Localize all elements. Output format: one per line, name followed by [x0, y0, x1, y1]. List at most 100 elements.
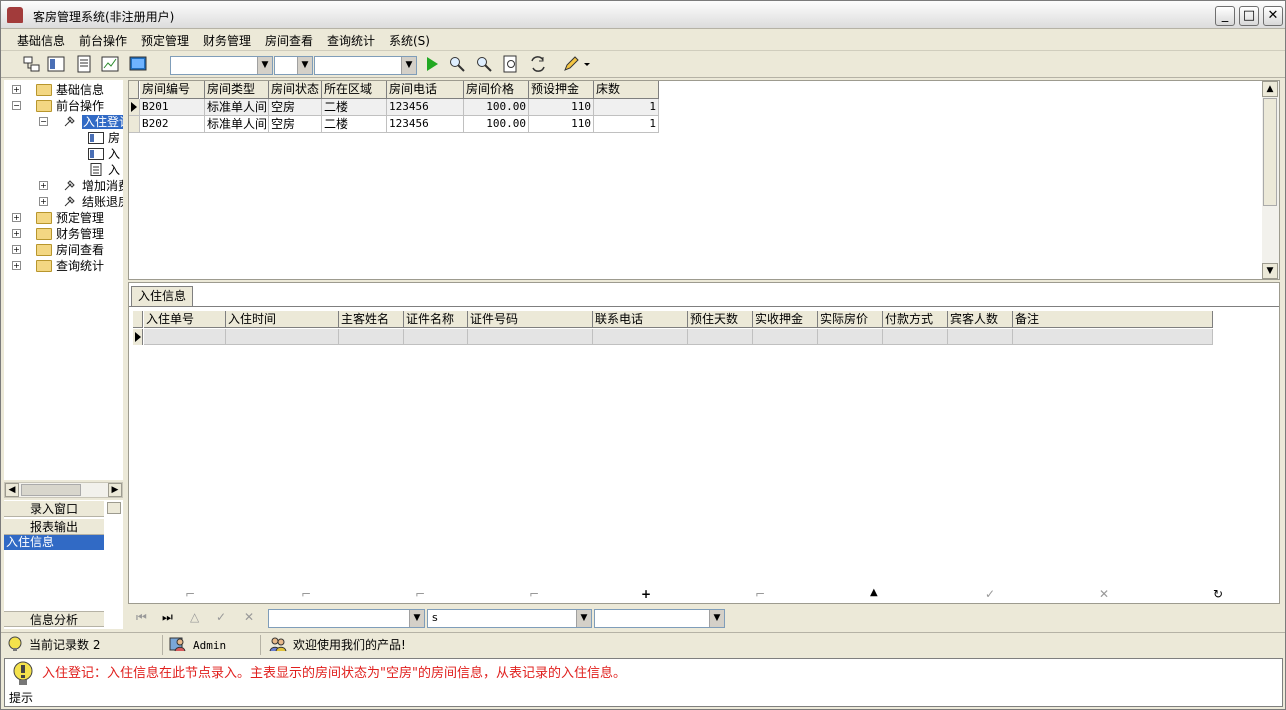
nav-entry-window[interactable]: 录入窗口 [4, 501, 104, 517]
tree-node-front-desk[interactable]: 前台操作 [36, 97, 104, 113]
collapse-icon[interactable]: − [12, 101, 21, 110]
next-icon[interactable]: ⌐ [415, 587, 425, 601]
edit-record-icon[interactable]: △ [190, 610, 199, 624]
rooms-col-header[interactable]: 预设押金 [529, 81, 594, 99]
menu-basic-info[interactable]: 基础信息 [17, 32, 65, 49]
chart-icon[interactable] [101, 55, 119, 73]
expand-icon[interactable]: + [39, 197, 48, 206]
rooms-cell[interactable]: 二楼 [322, 99, 387, 116]
detail-col-header[interactable]: 入住单号 [144, 311, 226, 328]
tree-node-room-view[interactable]: 房间查看 [36, 241, 104, 257]
rooms-cell[interactable]: 110 [529, 116, 594, 133]
expand-icon[interactable]: + [12, 229, 21, 238]
value-select[interactable]: ▼ [314, 56, 417, 75]
detail-cell[interactable] [593, 329, 688, 345]
rooms-cell[interactable]: 123456 [387, 99, 464, 116]
rooms-cell[interactable]: 110 [529, 99, 594, 116]
tree-node-basic-info[interactable]: 基础信息 [36, 81, 104, 97]
panel-collapse-icon[interactable] [107, 502, 121, 514]
rooms-cell[interactable]: 标准单人间 [205, 99, 269, 116]
detail-col-header[interactable]: 入住时间 [226, 311, 339, 328]
edit-icon[interactable]: ▲ [870, 587, 878, 598]
chevron-down-icon[interactable]: ▼ [576, 610, 591, 627]
rooms-col-header[interactable]: 房间价格 [464, 81, 529, 99]
detail-cell[interactable] [468, 329, 593, 345]
expand-icon[interactable]: + [12, 261, 21, 270]
nav-info-analysis[interactable]: 信息分析 [4, 611, 104, 627]
detail-cell[interactable] [1013, 329, 1213, 345]
preview-icon[interactable] [502, 55, 520, 73]
menu-query-stats[interactable]: 查询统计 [327, 32, 375, 49]
nav-checkin-info[interactable]: 入住信息 [4, 535, 104, 550]
detail-col-header[interactable]: 备注 [1013, 311, 1213, 328]
last-record-icon[interactable]: ⏭ [162, 610, 173, 625]
rooms-cell[interactable]: 空房 [269, 99, 322, 116]
expand-icon[interactable]: + [12, 85, 21, 94]
refresh-icon[interactable] [529, 55, 547, 73]
rooms-cell[interactable]: B201 [140, 99, 205, 116]
detail-cell[interactable] [883, 329, 948, 345]
splitter[interactable] [124, 80, 127, 630]
chevron-down-icon[interactable]: ▼ [297, 57, 312, 74]
tree-leaf-checkin-report[interactable]: 入 [88, 161, 120, 177]
post-record-icon[interactable]: ✓ [216, 610, 226, 624]
detail-cell[interactable] [948, 329, 1013, 345]
rooms-cell[interactable]: 二楼 [322, 116, 387, 133]
prior-icon[interactable]: ⌐ [301, 587, 311, 601]
rooms-col-header[interactable]: 房间电话 [387, 81, 464, 99]
detail-cell[interactable] [226, 329, 339, 345]
rooms-col-header[interactable]: 床数 [594, 81, 659, 99]
grid-vscrollbar[interactable]: ▲ ▼ [1262, 81, 1279, 279]
tree-leaf-room[interactable]: 房 [88, 129, 120, 145]
tree-node-add-consumption[interactable]: 增加消费 [62, 177, 123, 193]
scroll-down-icon[interactable]: ▼ [1262, 263, 1278, 279]
rooms-cell[interactable]: 空房 [269, 116, 322, 133]
chevron-down-icon[interactable]: ▼ [257, 57, 272, 74]
post-icon[interactable]: ✓ [985, 587, 995, 601]
maximize-button[interactable]: □ [1239, 6, 1259, 26]
rooms-cell[interactable]: 123456 [387, 116, 464, 133]
tree-node-query-stats[interactable]: 查询统计 [36, 257, 104, 273]
rooms-cell[interactable]: 1 [594, 99, 659, 116]
cancel-icon[interactable]: ✕ [1099, 587, 1109, 601]
detail-col-header[interactable]: 证件号码 [468, 311, 593, 328]
delete-icon[interactable]: ⌐ [755, 587, 765, 601]
rooms-col-header[interactable]: 房间类型 [205, 81, 269, 99]
rooms-cell[interactable]: 100.00 [464, 99, 529, 116]
chevron-down-icon[interactable]: ▼ [401, 57, 416, 74]
cancel-record-icon[interactable]: ✕ [244, 610, 254, 624]
filter-value-select[interactable]: s ▼ [427, 609, 592, 628]
rooms-col-header[interactable]: 所在区域 [322, 81, 387, 99]
chevron-down-icon[interactable]: ▼ [409, 610, 424, 627]
chevron-down-icon[interactable]: ▼ [709, 610, 724, 627]
menu-front-desk[interactable]: 前台操作 [79, 32, 127, 49]
menu-room-view[interactable]: 房间查看 [265, 32, 313, 49]
tree-hscrollbar[interactable]: ◀ ▶ [4, 482, 123, 498]
rooms-cell[interactable]: B202 [140, 116, 205, 133]
nav-report-output[interactable]: 报表输出 [4, 519, 104, 535]
detail-cell[interactable] [753, 329, 818, 345]
insert-icon[interactable]: + [641, 587, 651, 601]
edit-pencil-icon[interactable] [562, 55, 592, 73]
tab-checkin-info[interactable]: 入住信息 [131, 286, 194, 306]
first-record-icon[interactable]: ⏮ [136, 610, 147, 625]
operator-select[interactable]: ▼ [274, 56, 313, 75]
expand-icon[interactable]: + [39, 181, 48, 190]
find-next-icon[interactable] [475, 55, 493, 73]
rooms-cell[interactable]: 标准单人间 [205, 116, 269, 133]
minimize-button[interactable]: _ [1215, 6, 1235, 26]
tree-node-finance[interactable]: 财务管理 [36, 225, 104, 241]
close-button[interactable]: ✕ [1263, 6, 1283, 26]
tree-toggle-icon[interactable] [23, 55, 41, 73]
screen-icon[interactable] [129, 55, 147, 73]
expand-icon[interactable]: + [12, 245, 21, 254]
detail-col-header[interactable]: 证件名称 [404, 311, 468, 328]
detail-col-header[interactable]: 付款方式 [883, 311, 948, 328]
rooms-cell[interactable]: 100.00 [464, 116, 529, 133]
scroll-thumb[interactable] [1263, 98, 1277, 206]
tree-node-checkout[interactable]: 结账退房 [62, 193, 123, 209]
scroll-left-icon[interactable]: ◀ [5, 483, 19, 497]
last-icon[interactable]: ⌐ [529, 587, 539, 601]
tree-leaf-checkin-form[interactable]: 入 [88, 145, 120, 161]
scroll-right-icon[interactable]: ▶ [108, 483, 122, 497]
